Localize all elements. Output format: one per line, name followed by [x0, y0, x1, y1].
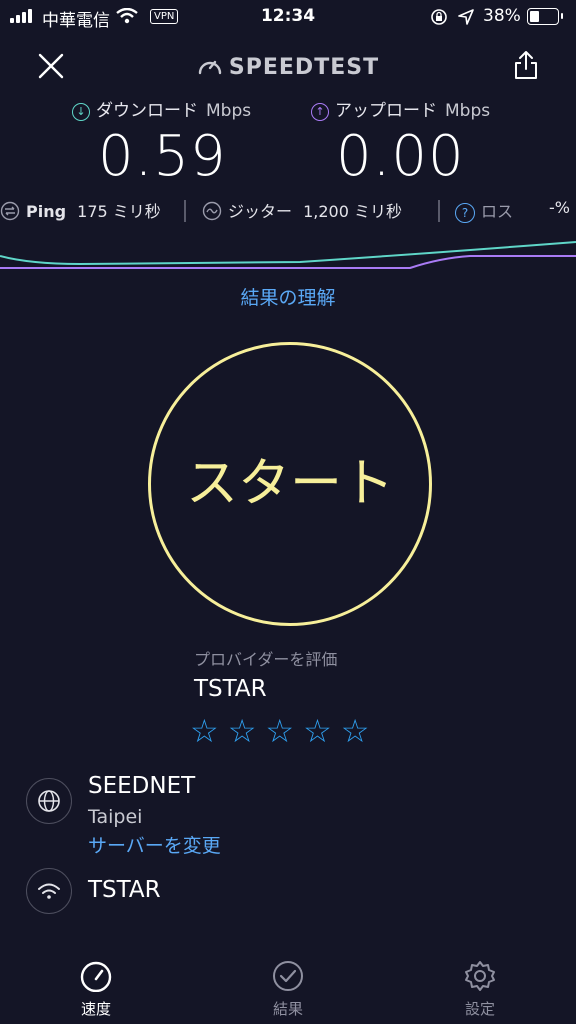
loss-stat: ? ロス -% — [455, 198, 570, 226]
status-bar: 中華電信 VPN 12:34 38% — [0, 0, 576, 34]
download-arrow-icon: ↓ — [72, 103, 90, 121]
logo-text: SPEEDTEST — [228, 55, 380, 80]
stats-divider — [438, 200, 440, 222]
orientation-lock-icon — [431, 9, 447, 25]
ping-stat: Ping 175 ミリ秒 — [0, 198, 161, 226]
jitter-label: ジッター — [228, 202, 293, 221]
rate-provider-prompt: プロバイダーを評価 — [194, 650, 338, 669]
server-name: SEEDNET — [88, 773, 196, 799]
ping-value: 175 ミリ秒 — [77, 202, 161, 221]
tab-speed[interactable]: 速度 — [36, 960, 156, 1019]
globe-icon — [38, 790, 60, 812]
connection-wifi-button[interactable] — [26, 868, 72, 914]
start-button-label[interactable]: スタート — [148, 342, 432, 626]
jitter-stat: ジッター 1,200 ミリ秒 — [202, 198, 402, 226]
download-label-text: ダウンロード — [96, 101, 198, 121]
tab-results-label: 結果 — [272, 1000, 303, 1018]
tab-speed-label: 速度 — [80, 1000, 111, 1018]
speedometer-logo-icon — [198, 60, 222, 75]
location-icon — [458, 9, 474, 25]
understand-results-link[interactable]: 結果の理解 — [0, 283, 576, 310]
stats-divider — [184, 200, 186, 222]
gear-icon — [465, 961, 495, 991]
server-globe-button[interactable] — [26, 778, 72, 824]
battery-icon — [527, 8, 563, 25]
download-value: 0.59 — [98, 124, 227, 189]
checkmark-circle-icon — [273, 961, 303, 991]
upload-label: ↑ アップロード Mbps — [311, 96, 490, 121]
loss-value: -% — [549, 198, 570, 217]
speedometer-icon — [80, 961, 112, 992]
star-rating[interactable]: ☆☆☆☆☆ — [190, 712, 378, 750]
jitter-icon — [202, 201, 222, 221]
connection-provider: TSTAR — [88, 877, 161, 903]
tab-results[interactable]: 結果 — [228, 960, 348, 1019]
share-icon[interactable] — [513, 50, 539, 80]
rated-provider-name: TSTAR — [194, 676, 267, 702]
upload-unit: Mbps — [445, 101, 491, 121]
upload-arrow-icon: ↑ — [311, 103, 329, 121]
speedtest-logo: SPEEDTEST — [0, 54, 576, 80]
download-unit: Mbps — [206, 101, 252, 121]
upload-label-text: アップロード — [335, 101, 437, 121]
upload-value: 0.00 — [336, 124, 465, 189]
download-label: ↓ ダウンロード Mbps — [72, 96, 251, 121]
change-server-link[interactable]: サーバーを変更 — [88, 831, 221, 858]
tab-settings-label: 設定 — [464, 1000, 495, 1018]
help-icon[interactable]: ? — [455, 203, 475, 223]
jitter-value: 1,200 ミリ秒 — [303, 202, 403, 221]
speed-graph — [0, 241, 576, 269]
ping-label: Ping — [26, 202, 67, 221]
download-graph-line — [0, 241, 576, 266]
wifi-connection-icon — [38, 883, 60, 899]
ping-icon — [0, 201, 20, 221]
loss-label: ロス — [481, 202, 514, 221]
tab-settings[interactable]: 設定 — [420, 960, 540, 1019]
battery-percent: 38% — [483, 6, 521, 26]
server-location: Taipei — [88, 806, 143, 828]
